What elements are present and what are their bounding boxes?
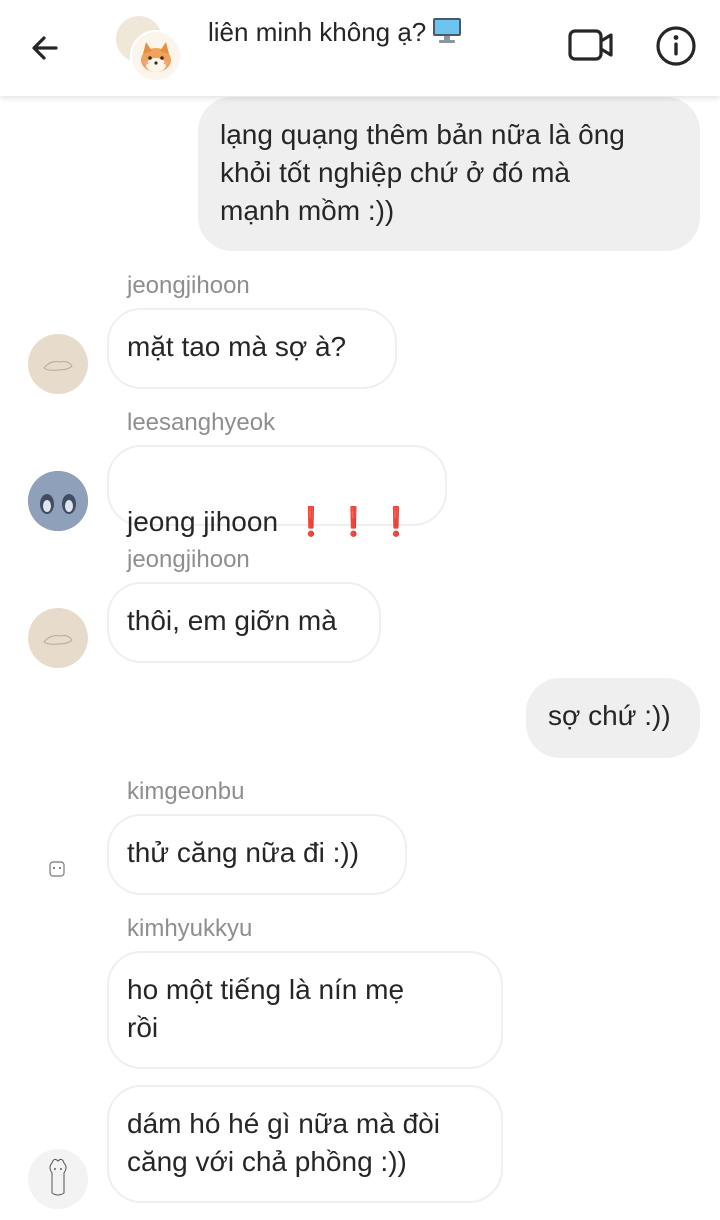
incoming-message[interactable]: ho một tiếng là nín mẹ rồi bbox=[107, 951, 503, 1069]
chat-title[interactable]: liên minh không ạ? bbox=[208, 16, 462, 51]
back-button[interactable] bbox=[26, 28, 66, 68]
outgoing-message[interactable]: lạng quạng thêm bản nữa là ông khỏi tốt … bbox=[198, 97, 700, 251]
sender-avatar[interactable] bbox=[28, 1149, 88, 1209]
incoming-message[interactable]: thử căng nữa đi :)) bbox=[107, 814, 407, 895]
alpaca-sketch-icon bbox=[49, 1158, 67, 1196]
video-camera-icon bbox=[568, 29, 613, 61]
small-bear-sketch-icon bbox=[49, 861, 65, 877]
message-text: jeong jihoon bbox=[127, 506, 279, 537]
sender-name: leesanghyeok bbox=[127, 409, 276, 436]
incoming-message[interactable]: thôi, em giỡn mà bbox=[107, 582, 381, 663]
sender-name: kimhyukkyu bbox=[127, 915, 253, 942]
cat-sketch-icon bbox=[43, 635, 73, 645]
back-arrow-icon bbox=[32, 36, 58, 60]
outgoing-message[interactable]: sợ chứ :)) bbox=[526, 678, 700, 758]
info-icon bbox=[656, 26, 696, 66]
sender-name: kimgeonbu bbox=[127, 778, 245, 805]
penguins-icon bbox=[28, 471, 88, 531]
incoming-message[interactable]: jeong jihoon ❗ ❗ ❗ bbox=[107, 445, 447, 537]
cat-sketch-icon bbox=[43, 361, 73, 371]
shiba-dog-icon bbox=[141, 42, 171, 72]
sender-name: jeongjihoon bbox=[127, 272, 250, 299]
desktop-computer-icon bbox=[432, 16, 462, 51]
sender-name: jeongjihoon bbox=[127, 546, 250, 573]
sender-avatar[interactable] bbox=[28, 840, 88, 900]
chat-header: liên minh không ạ? bbox=[0, 0, 720, 96]
video-call-button[interactable] bbox=[566, 26, 616, 66]
info-button[interactable] bbox=[654, 24, 698, 68]
sender-avatar[interactable] bbox=[28, 334, 88, 394]
incoming-message[interactable]: mặt tao mà sợ à? bbox=[107, 308, 397, 389]
incoming-message[interactable]: dám hó hé gì nữa mà đòi căng với chả phồ… bbox=[107, 1085, 503, 1203]
group-avatar-front bbox=[130, 30, 182, 82]
exclamation-emoji: ❗ ❗ ❗ bbox=[293, 506, 414, 537]
sender-avatar[interactable] bbox=[28, 471, 88, 531]
group-avatar[interactable] bbox=[116, 16, 182, 82]
sender-avatar[interactable] bbox=[28, 608, 88, 668]
chat-title-text: liên minh không ạ? bbox=[208, 17, 427, 47]
